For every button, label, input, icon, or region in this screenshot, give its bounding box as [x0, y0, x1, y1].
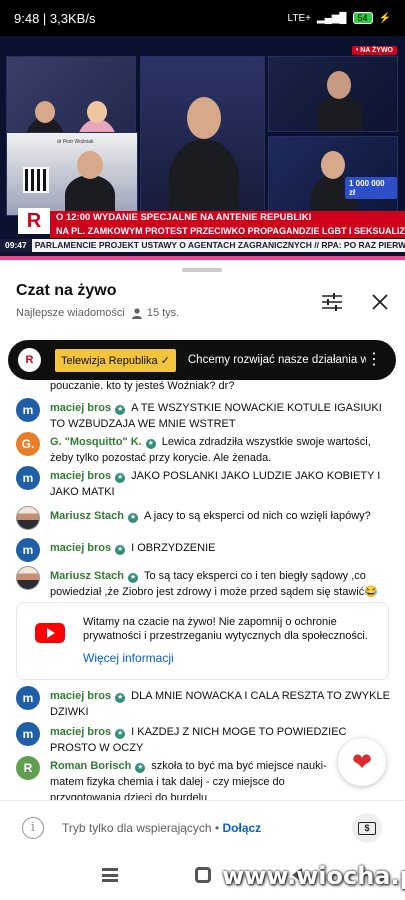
verified-badge-icon: ★ [115, 729, 126, 739]
message-author[interactable]: maciej bros [50, 542, 111, 554]
pinned-message[interactable]: R Telewizja Republika ✓ Chcemy rozwijać … [8, 340, 396, 380]
home-icon[interactable] [195, 867, 211, 883]
message-author[interactable]: Roman Borisch [50, 760, 131, 772]
message-text: A jacy to są eksperci od nich co wzięli … [143, 510, 371, 522]
notice-text: Witamy na czacie na żywo! Nie zapomnij o… [83, 616, 368, 642]
chat-message[interactable]: G. G. "Mosquitto" K. ★ Lewica zdradziła ws… [16, 432, 394, 466]
live-chat-panel: Czat na żywo Najlepsze wiadomości 15 tys… [0, 260, 405, 900]
avatar[interactable]: m [16, 538, 40, 562]
join-link[interactable]: Dołącz [223, 821, 262, 835]
ticker-headline: O 12:00 WYDANIE SPECJALNE NA ANTENIE REP… [50, 211, 405, 225]
ticker-crawl-text: PARLAMENCIE PROJEKT USTAWY O AGENTACH ZA… [34, 240, 405, 250]
chat-filter-label[interactable]: Najlepsze wiadomości [16, 307, 125, 319]
message-author[interactable]: Mariusz Stach [50, 570, 124, 582]
chat-message[interactable]: Mariusz Stach ★ To są tacy eksperci co i t… [16, 566, 394, 600]
community-guidelines-notice: Witamy na czacie na żywo! Nie zapomnij o… [16, 602, 389, 680]
close-icon [372, 294, 388, 310]
message-text: pouczanie. kto ty jesteś Woźniak? dr? [50, 380, 235, 392]
video-tile-guest-right [268, 56, 398, 132]
pinned-channel-avatar: R [18, 348, 41, 372]
pinned-channel-name: Telewizja Republika ✓ [54, 348, 176, 372]
youtube-logo-icon [35, 623, 65, 643]
viewer-count: 15 tys. [131, 307, 179, 319]
message-author[interactable]: maciej bros [50, 470, 111, 482]
message-author[interactable]: Mariusz Stach [50, 510, 124, 522]
video-tile-guest-studio: 1 000 000 zł [268, 136, 398, 218]
verified-badge-icon: ★ [145, 439, 156, 449]
system-nav-bar: www.wiocha.pl [0, 856, 405, 900]
chat-message[interactable]: m maciej bros ★ I OBRZYDZENIE [16, 538, 394, 562]
video-tile-remote-guest: dr Piotr Woźniak [6, 132, 138, 216]
video-tile-host [140, 56, 265, 216]
filter-icon [322, 293, 342, 311]
pinned-text: Chcemy rozwijać nasze działania w You... [187, 354, 366, 366]
avatar[interactable] [16, 506, 40, 530]
info-icon[interactable]: i [22, 817, 44, 839]
chat-message[interactable]: m maciej bros ★ A TE WSZYSTKIE NOWACKIE KO… [16, 398, 394, 432]
chat-message[interactable]: m maciej bros ★ I KAZDEJ Z NICH MOGE TO PO… [16, 722, 394, 756]
avatar[interactable]: m [16, 466, 40, 490]
avatar[interactable]: m [16, 398, 40, 422]
verified-badge-icon: ★ [127, 573, 138, 583]
verified-badge-icon: ★ [115, 473, 126, 483]
viewer-count-value: 15 tys. [146, 307, 180, 319]
news-ticker: R O 12:00 WYDANIE SPECJALNE NA ANTENIE R… [0, 208, 405, 260]
signal-icon: ▂▄▆█ [316, 12, 347, 24]
recent-apps-icon[interactable] [102, 868, 118, 882]
verified-badge-icon: ★ [115, 405, 126, 415]
avatar[interactable]: R [16, 756, 40, 780]
heart-icon[interactable]: ❤ [338, 738, 386, 786]
verified-badge-icon: ★ [135, 763, 146, 773]
status-speed: 3,3KB/s [49, 10, 96, 26]
donation-counter: 1 000 000 zł [345, 177, 397, 199]
ticker-time: 09:47 [0, 239, 32, 252]
filter-button[interactable] [318, 288, 346, 316]
flash-icon: ⚡ [378, 12, 391, 24]
qr-code [23, 167, 49, 193]
members-only-label: Tryb tylko dla wspierających [62, 821, 212, 835]
message-author[interactable]: maciej bros [50, 726, 111, 738]
watermark: www.wiocha.pl [222, 862, 405, 890]
message-text: I OBRZYDZENIE [131, 542, 216, 554]
chat-message[interactable]: m maciej bros ★ DLA MNIE NOWACKA I CALA RE… [16, 686, 394, 720]
chat-input-bar: i Tryb tylko dla wspierających • Dołącz … [0, 800, 405, 854]
guest-caption: dr Piotr Woźniak [57, 139, 94, 145]
message-author[interactable]: maciej bros [50, 690, 111, 702]
more-info-link[interactable]: Więcej informacji [83, 651, 174, 665]
close-button[interactable] [366, 288, 394, 316]
battery-icon: 54 [352, 12, 373, 24]
message-author[interactable]: maciej bros [50, 402, 111, 414]
super-chat-button[interactable]: $ [352, 813, 382, 843]
avatar[interactable]: m [16, 686, 40, 710]
message-author[interactable]: G. "Mosquitto" K. [50, 436, 142, 448]
video-player[interactable]: • NA ŻYWO dr Piotr Woźniak 1 000 000 zł … [0, 36, 405, 260]
chat-message[interactable]: Mariusz Stach ★ A jacy to są eksperci od n… [16, 506, 394, 530]
ticker-crawl: 09:47 PARLAMENCIE PROJEKT USTAWY O AGENTA… [0, 239, 405, 252]
avatar[interactable]: m [16, 722, 40, 746]
chat-message[interactable]: pouczanie. kto ty jesteś Woźniak? dr? [16, 378, 394, 394]
live-badge: • NA ŻYWO [351, 46, 397, 55]
chat-title: Czat na żywo [16, 282, 117, 299]
more-vert-icon[interactable]: ⋮ [366, 352, 382, 368]
members-only-text: Tryb tylko dla wspierających • Dołącz [62, 821, 262, 835]
status-time: 9:48 [14, 10, 40, 26]
verified-badge-icon: ★ [115, 693, 126, 703]
people-icon [131, 307, 142, 319]
verified-badge-icon: ★ [115, 545, 126, 555]
chat-subtitle: Najlepsze wiadomości 15 tys. [16, 307, 179, 319]
drag-handle[interactable] [182, 268, 222, 272]
avatar[interactable]: G. [16, 432, 40, 456]
verified-badge-icon: ★ [127, 513, 138, 523]
ticker-subheadline: NA PL. ZAMKOWYM PROTEST PRZECIWKO PROPAG… [50, 225, 405, 238]
network-icon: LTE+ [287, 12, 311, 24]
channel-logo: R [18, 208, 50, 234]
money-icon: $ [358, 821, 376, 835]
chat-message[interactable]: m maciej bros ★ JAKO POSLANKI JAKO LUDZIE … [16, 466, 394, 500]
status-bar: 9:48 | 3,3KB/s LTE+ ▂▄▆█ 54 ⚡ [0, 0, 405, 36]
avatar[interactable] [16, 566, 40, 590]
